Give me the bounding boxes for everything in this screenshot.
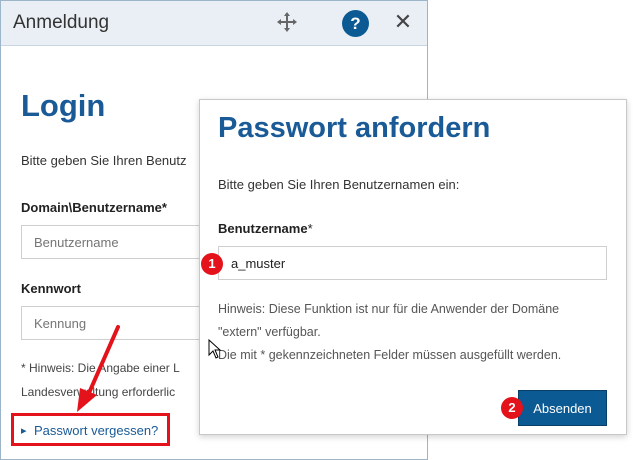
password-label: Kennwort <box>21 281 81 296</box>
login-intro-text: Bitte geben Sie Ihren Benutz <box>21 153 187 168</box>
help-icon[interactable]: ? <box>342 10 369 37</box>
popup-heading: Passwort anfordern <box>218 112 491 144</box>
login-heading: Login <box>21 88 106 123</box>
domain-username-label: Domain\Benutzername* <box>21 200 167 215</box>
chevron-right-icon: ▸ <box>21 425 27 437</box>
submit-button[interactable]: Absenden <box>518 390 607 426</box>
popup-username-input[interactable] <box>218 246 607 280</box>
popup-hint-line1: Hinweis: Diese Funktion ist nur für die … <box>218 302 560 316</box>
step-badge-2: 2 <box>501 397 523 419</box>
forgot-password-highlight: ▸ Passwort vergessen? <box>11 413 170 446</box>
step-badge-1: 1 <box>201 253 223 275</box>
close-icon[interactable]: ✕ <box>393 11 413 33</box>
mouse-cursor-icon <box>208 339 222 359</box>
password-request-popup: Passwort anfordern Bitte geben Sie Ihren… <box>199 99 627 435</box>
popup-hint-line2: "extern" verfügbar. <box>218 325 321 339</box>
popup-hint-line3: Die mit * gekennzeichneten Felder müssen… <box>218 348 562 362</box>
dialog-titlebar: Anmeldung ? ✕ <box>1 1 427 46</box>
login-note-line1: * Hinweis: Die Angabe einer L <box>21 361 180 375</box>
popup-username-label-text: Benutzername <box>218 221 308 236</box>
move-icon[interactable] <box>276 11 298 33</box>
forgot-password-link[interactable]: Passwort vergessen? <box>34 423 158 438</box>
login-note-line2: Landesverwaltung erforderlic <box>21 385 176 399</box>
dialog-title: Anmeldung <box>13 12 110 33</box>
popup-intro-text: Bitte geben Sie Ihren Benutzernamen ein: <box>218 177 460 192</box>
popup-username-label: Benutzername* <box>218 221 313 236</box>
required-marker: * <box>307 221 313 236</box>
